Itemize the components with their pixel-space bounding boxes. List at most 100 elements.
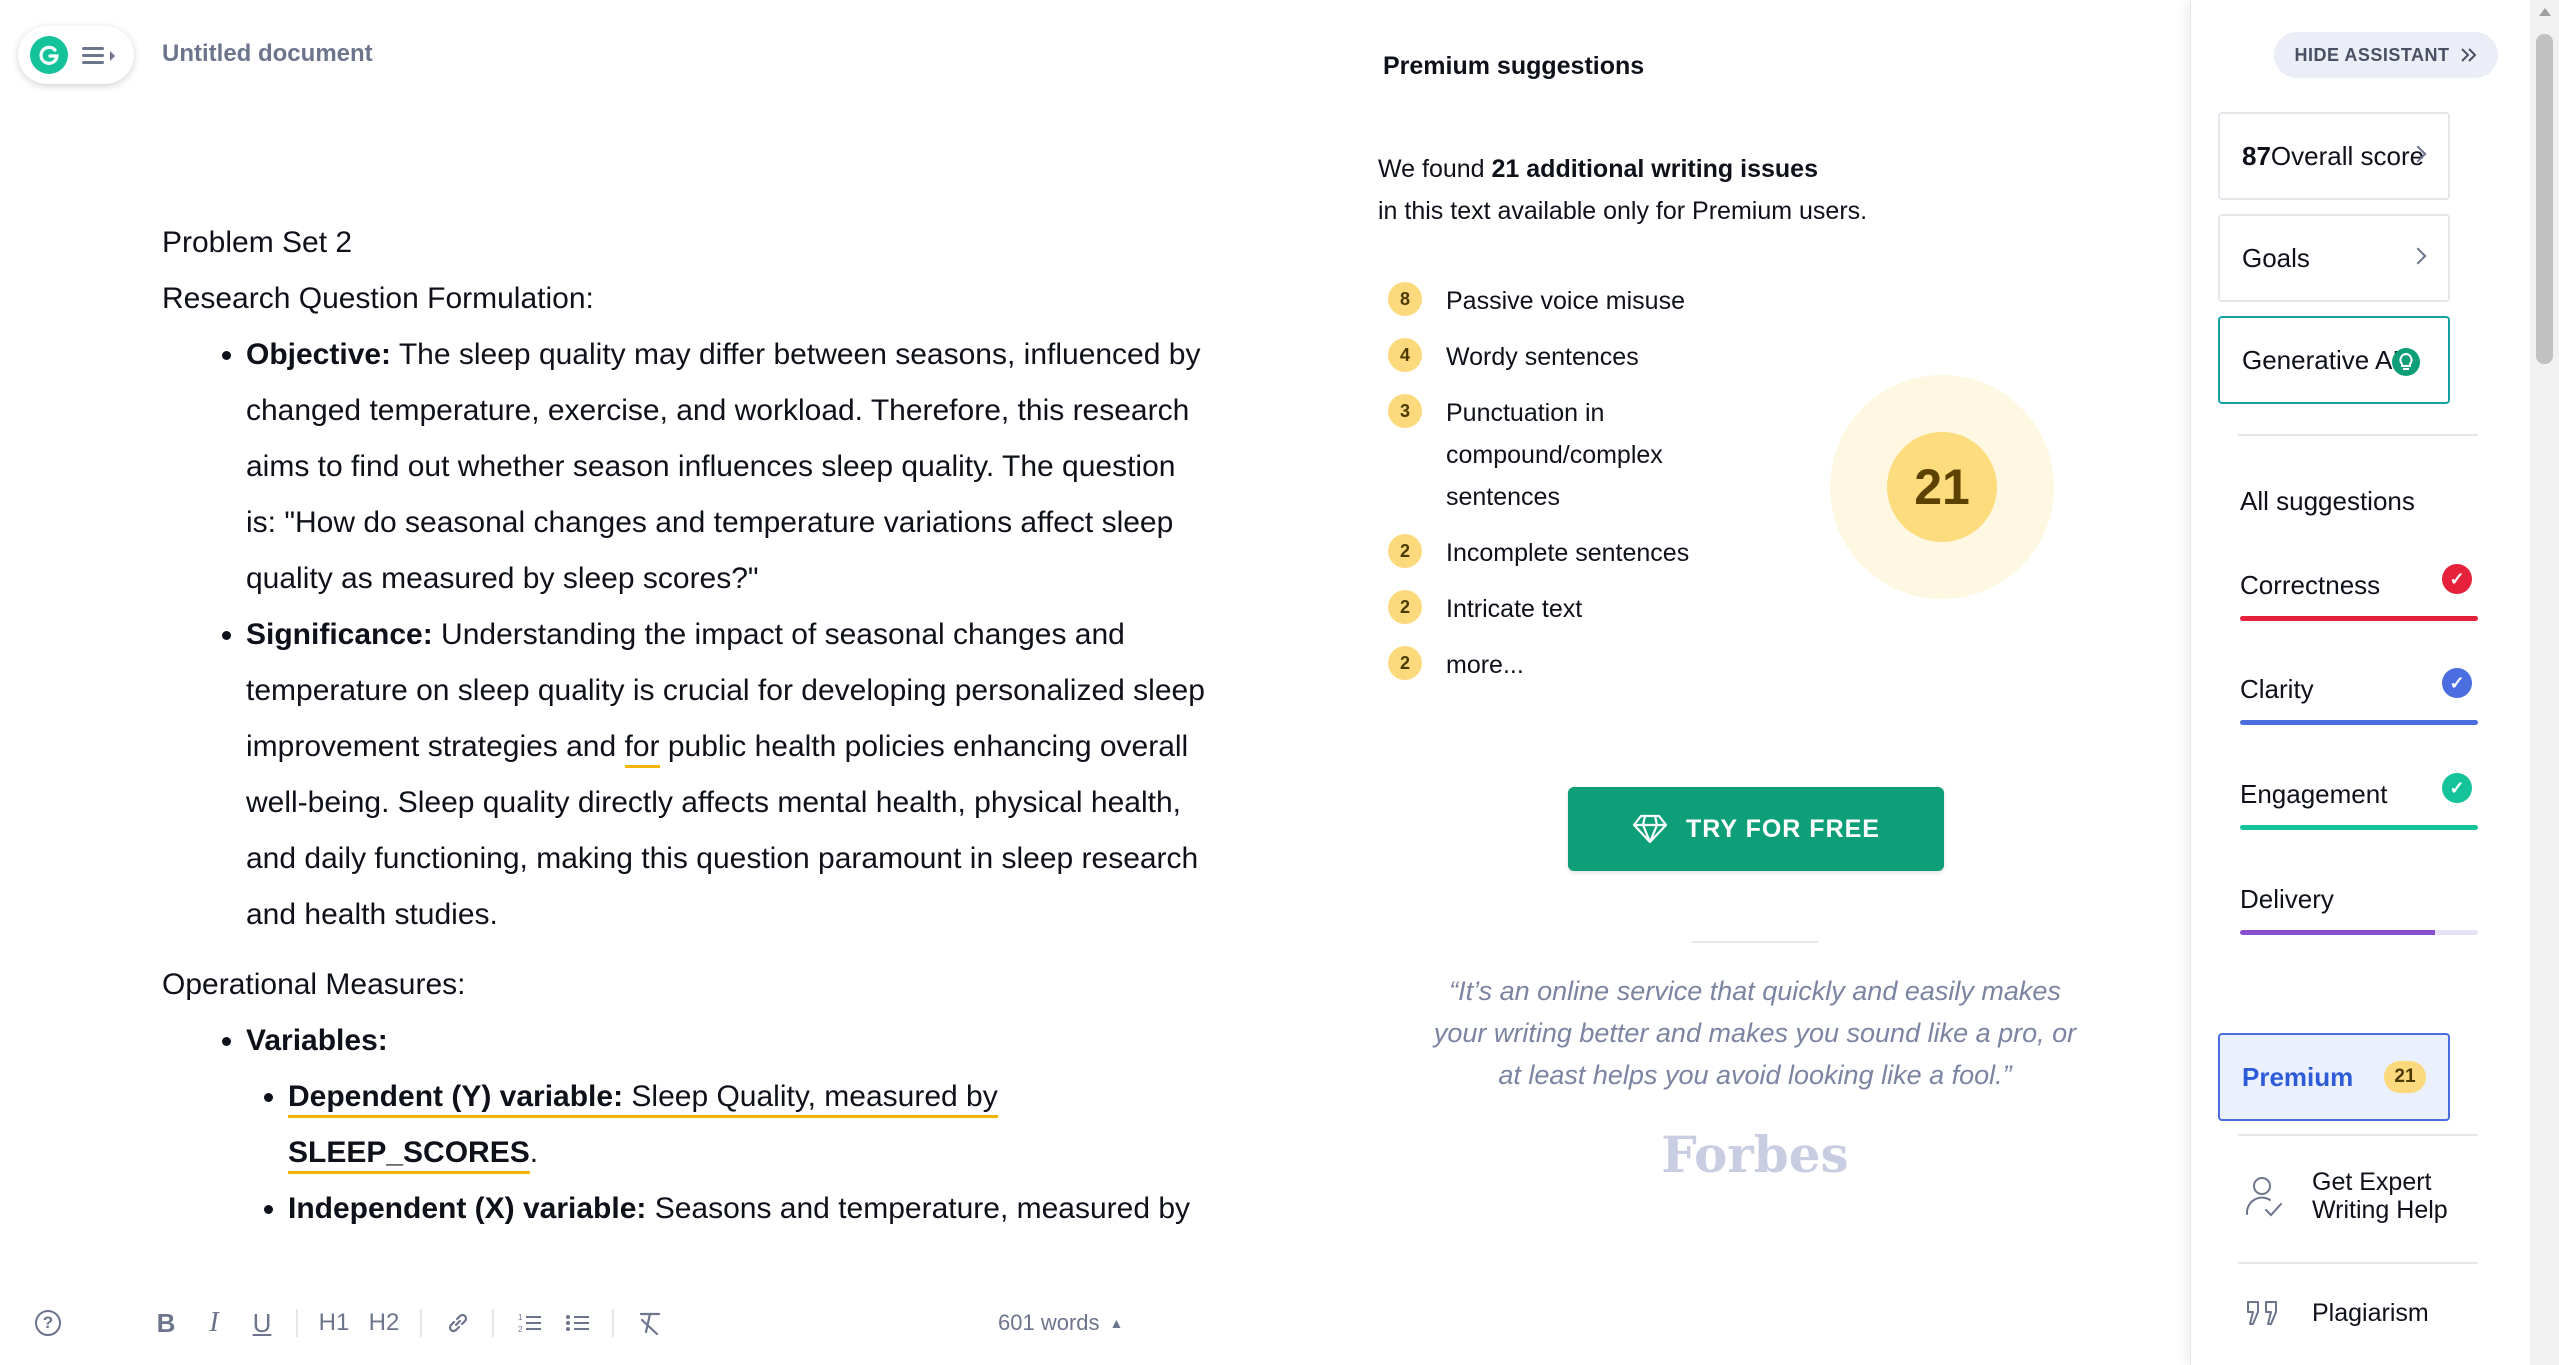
goals-card[interactable]: Goals [2218,214,2450,302]
goals-label: Goals [2242,242,2310,273]
issue-label[interactable]: more... [1446,644,1726,686]
document-editor[interactable]: Problem Set 2 Research Question Formulat… [162,215,1212,1277]
sidebar-divider [2238,434,2478,436]
found-count-bold: 21 additional writing issues [1491,155,1818,183]
variables-label: Variables: [246,1024,388,1057]
scrollbar-thumb[interactable] [2536,34,2553,364]
dependent-label: Dependent (Y) variable: [288,1080,624,1113]
issue-total-halo: 21 [1830,375,2054,599]
toolbar-divider [492,1309,494,1337]
dependent-variable[interactable]: SLEEP_SCORES [288,1136,530,1174]
hide-assistant-label: HIDE ASSISTANT [2294,44,2450,65]
bullet-list-icon[interactable] [560,1295,596,1351]
get-expert-help-item[interactable]: Get Expert Writing Help [2244,1168,2484,1224]
found-issues-text: We found 21 additional writing issues in… [1378,148,1867,232]
document-title[interactable]: Untitled document [162,40,373,68]
issue-count-badge: 2 [1388,590,1422,624]
category-engagement[interactable]: Engagement ✓ [2240,773,2478,830]
category-bar [2240,616,2478,621]
category-delivery[interactable]: Delivery [2240,884,2478,935]
variables-sub-list: Dependent (Y) variable: Sleep Quality, m… [246,1069,1212,1237]
overall-score-label: Overall score [2270,140,2425,171]
dependent-item: Dependent (Y) variable: Sleep Quality, m… [288,1069,1212,1181]
underline-button[interactable]: U [246,1295,278,1351]
check-icon: ✓ [2442,773,2472,803]
issue-count-badge: 3 [1388,394,1422,428]
expert-person-icon [2245,1177,2282,1217]
independent-text: Seasons and temperature, measured by [646,1192,1191,1225]
heading1-button[interactable]: H1 [316,1295,352,1351]
issue-label: Incomplete sentences [1446,539,1690,567]
link-icon[interactable] [440,1295,476,1351]
independent-item: Independent (X) variable: Seasons and te… [288,1181,1212,1237]
research-bullet-list: Objective: The sleep quality may differ … [162,327,1212,943]
scroll-up-arrow-icon[interactable] [2539,8,2551,16]
issue-count-badge: 8 [1388,282,1422,316]
plagiarism-item[interactable]: Plagiarism [2244,1298,2484,1328]
issue-label: Wordy sentences [1446,343,1639,371]
issue-item: 2 Incomplete sentences [1388,532,1848,574]
generative-ai-label: Generative AI [2242,344,2400,375]
issue-count-badge: 2 [1388,646,1422,680]
found-prefix: We found [1378,155,1492,183]
bold-button[interactable]: B [150,1295,182,1351]
issue-label: Punctuation in compound/complex sentence… [1446,399,1663,511]
issue-count-badge: 4 [1388,338,1422,372]
all-suggestions-tab[interactable]: All suggestions [2240,486,2415,517]
issue-total-badge: 21 [1887,432,1997,542]
heading2-button[interactable]: H2 [366,1295,402,1351]
word-count-label: 601 words [998,1310,1100,1335]
clear-format-icon[interactable] [632,1295,668,1351]
issue-label: Passive voice misuse [1446,287,1685,315]
toolbar-divider [420,1309,422,1337]
premium-count-badge: 21 [2384,1061,2426,1093]
generative-ai-card[interactable]: Generative AI [2218,316,2450,404]
help-button[interactable]: ? [32,1295,64,1351]
word-count[interactable]: 601 words ▲ [998,1295,1123,1351]
grammarly-logo-icon[interactable] [30,36,68,74]
toolbar-divider [612,1309,614,1337]
category-clarity[interactable]: Clarity ✓ [2240,668,2478,725]
issue-item: 8 Passive voice misuse [1388,280,1848,322]
italic-button[interactable]: I [198,1295,230,1351]
premium-card[interactable]: Premium 21 [2218,1033,2450,1121]
toolbar-divider [296,1309,298,1337]
category-correctness[interactable]: Correctness ✓ [2240,564,2478,621]
diamond-icon [1632,814,1668,844]
help-glyph: ? [42,1313,54,1332]
caret-up-icon: ▲ [1109,1315,1124,1331]
line-problem-set: Problem Set 2 [162,226,353,259]
grammarly-menu-pill[interactable] [18,26,134,84]
issue-label: Intricate text [1446,595,1583,623]
category-label: Delivery [2240,884,2334,914]
svg-text:2: 2 [518,1325,523,1334]
significance-item: Significance: Understanding the impact o… [246,607,1212,943]
help-icon: ? [35,1310,61,1336]
svg-text:1: 1 [518,1313,523,1322]
line-operational: Operational Measures: [162,968,466,1001]
chevron-right-icon [2409,247,2427,265]
flagged-dependent-phrase[interactable]: Dependent (Y) variable: Sleep Quality, m… [288,1080,998,1118]
formatting-toolbar: ? B I U H1 H2 12 601 words ▲ [0,1295,1340,1351]
check-icon: ✓ [2442,668,2472,698]
page-scrollbar[interactable] [2530,0,2559,1365]
found-suffix: in this text available only for Premium … [1378,197,1868,225]
check-icon: ✓ [2442,564,2472,594]
sidebar-divider [2238,1262,2478,1264]
issue-item[interactable]: 2 more... [1388,644,1848,686]
issue-item: 3 Punctuation in compound/complex sentenc… [1388,392,1848,518]
plagiarism-label: Plagiarism [2312,1298,2429,1327]
try-for-free-button[interactable]: TRY FOR FREE [1568,787,1944,871]
dependent-text: Sleep Quality, measured by [623,1080,998,1113]
flagged-word[interactable]: for [624,730,660,768]
category-bar [2240,720,2478,725]
premium-label: Premium [2242,1061,2354,1092]
forbes-logo: Forbes [1661,1125,1849,1184]
overall-score-card[interactable]: 87 Overall score [2218,112,2450,200]
quote-marks-icon [2247,1301,2277,1325]
numbered-list-icon[interactable]: 12 [512,1295,548,1351]
hide-assistant-button[interactable]: HIDE ASSISTANT [2274,32,2498,78]
premium-suggestions-heading: Premium suggestions [1383,52,1645,80]
category-bar [2240,825,2478,830]
menu-icon[interactable] [82,40,118,70]
